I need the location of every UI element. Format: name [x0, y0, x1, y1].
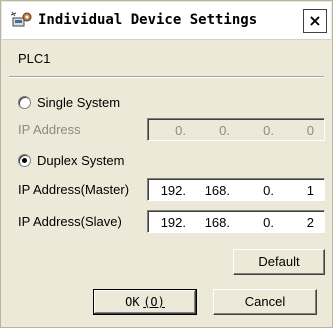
ip-address-field: 0. 0. 0. 0 [147, 118, 325, 141]
ip-octet[interactable]: 0. [244, 183, 274, 198]
ip-address-label: IP Address [18, 122, 81, 137]
ip-octet[interactable]: 0. [244, 215, 274, 230]
ip-octet[interactable]: 168. [200, 183, 230, 198]
single-system-radio[interactable] [18, 95, 31, 109]
ip-octet[interactable]: 192. [156, 183, 186, 198]
ip-address-slave-field[interactable]: 192. 168. 0. 2 [147, 210, 325, 233]
ok-hotkey: (O) [143, 295, 165, 309]
single-system-option[interactable]: Single System [18, 93, 120, 111]
dialog-title: Individual Device Settings [38, 12, 258, 28]
device-name: PLC1 [18, 51, 51, 66]
ip-octet[interactable]: 168. [200, 215, 230, 230]
divider [9, 76, 324, 78]
ip-address-master-field[interactable]: 192. 168. 0. 1 [147, 178, 325, 201]
default-button[interactable]: Default [233, 249, 325, 275]
single-system-label: Single System [37, 94, 121, 110]
settings-dialog: Individual Device Settings × PLC1 Single… [0, 0, 333, 328]
title-bar[interactable]: Individual Device Settings × [2, 2, 331, 40]
duplex-system-radio[interactable] [18, 153, 31, 167]
close-icon: × [308, 11, 322, 30]
ok-label: OK [125, 295, 140, 309]
ip-octet[interactable]: 2 [284, 215, 314, 230]
ip-octet: 0. [219, 123, 230, 138]
duplex-system-label: Duplex System [37, 152, 125, 168]
ok-button[interactable]: OK (O) [93, 289, 197, 315]
ip-address-slave-label: IP Address(Slave) [18, 214, 122, 229]
cancel-button[interactable]: Cancel [213, 289, 317, 315]
duplex-system-option[interactable]: Duplex System [18, 151, 124, 169]
close-button[interactable]: × [303, 9, 327, 33]
ip-octet[interactable]: 1 [284, 183, 314, 198]
ip-octet: 0 [306, 123, 314, 138]
ip-octet: 0. [263, 123, 274, 138]
ip-octet[interactable]: 192. [156, 215, 186, 230]
ip-octet: 0. [175, 123, 186, 138]
ip-address-master-label: IP Address(Master) [18, 182, 130, 197]
device-settings-icon [10, 11, 34, 31]
